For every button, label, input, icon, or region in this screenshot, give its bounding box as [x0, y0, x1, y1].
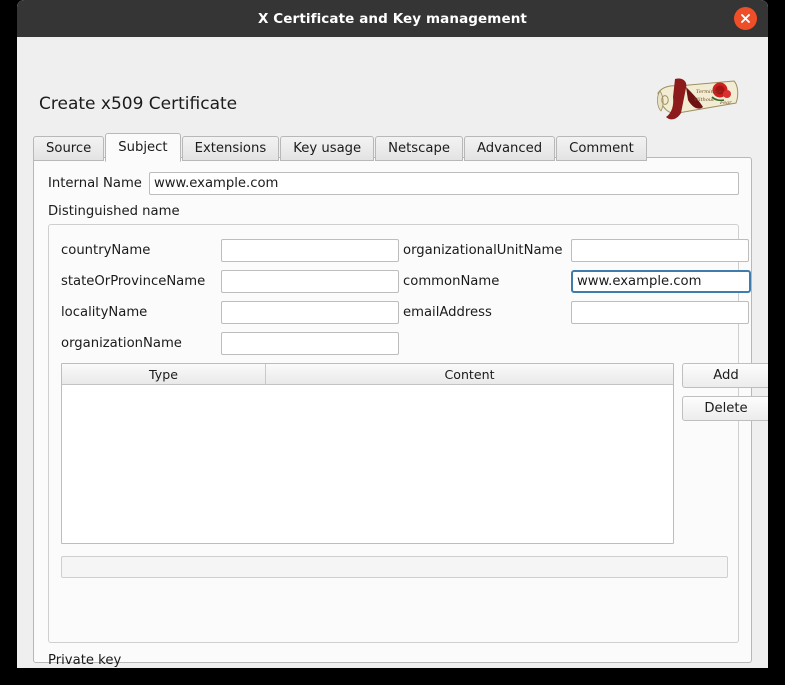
delete-button[interactable]: Delete [682, 396, 768, 421]
distinguished-name-label: Distinguished name [48, 204, 180, 219]
table-side-buttons: Add Delete [682, 363, 768, 421]
tab-advanced[interactable]: Advanced [463, 136, 556, 161]
extra-name-table: Type Content [61, 363, 674, 544]
tab-bar: Source Subject Extensions Key usage Nets… [33, 133, 647, 162]
svg-text:Fear: Fear [719, 100, 732, 106]
commonName-input[interactable] [571, 270, 751, 293]
close-icon[interactable] [734, 7, 757, 30]
svg-text:Without: Without [694, 97, 715, 103]
stateOrProvinceName-input[interactable] [221, 270, 399, 293]
organizationName-input[interactable] [221, 332, 399, 355]
table-header-row: Type Content [62, 364, 673, 385]
commonName-label: commonName [403, 274, 500, 289]
internal-name-row: Internal Name [48, 172, 739, 195]
internal-name-input[interactable] [148, 172, 739, 195]
tab-netscape[interactable]: Netscape [375, 136, 463, 161]
distinguished-name-grid: countryName organizationalUnitName state… [61, 235, 751, 359]
countryName-label: countryName [61, 243, 151, 258]
page-title: Create x509 Certificate [39, 94, 238, 114]
organizationalUnitName-input[interactable] [571, 239, 749, 262]
organizationalUnitName-label: organizationalUnitName [403, 243, 563, 258]
dialog-window: X Certificate and Key management Create … [17, 0, 768, 668]
internal-name-label: Internal Name [48, 176, 142, 191]
localityName-input[interactable] [221, 301, 399, 324]
tab-key-usage[interactable]: Key usage [280, 136, 375, 161]
stateOrProvinceName-label: stateOrProvinceName [61, 274, 206, 289]
titlebar: X Certificate and Key management [17, 0, 768, 37]
tab-source[interactable]: Source [33, 136, 105, 161]
tab-subject[interactable]: Subject [105, 133, 181, 162]
status-field [61, 556, 728, 578]
distinguished-name-group: countryName organizationalUnitName state… [48, 224, 768, 643]
emailAddress-label: emailAddress [403, 305, 492, 320]
tab-panel-subject: Internal Name Distinguished name country… [33, 157, 768, 668]
private-key-label: Private key [48, 653, 122, 668]
window-title: X Certificate and Key management [257, 10, 527, 27]
tab-comment[interactable]: Comment [556, 136, 647, 161]
column-header-type[interactable]: Type [62, 364, 266, 384]
tab-extensions[interactable]: Extensions [181, 136, 280, 161]
svg-text:Terminate: Terminate [696, 89, 722, 95]
xca-certificate-scroll-logo: Terminate Without Fear [648, 73, 746, 126]
emailAddress-input[interactable] [571, 301, 749, 324]
dialog-body: Create x509 Certificate Terminate Withou… [17, 37, 768, 668]
table-body[interactable] [62, 385, 673, 543]
countryName-input[interactable] [221, 239, 399, 262]
column-header-content[interactable]: Content [266, 364, 673, 384]
localityName-label: localityName [61, 305, 148, 320]
organizationName-label: organizationName [61, 336, 182, 351]
add-button[interactable]: Add [682, 363, 768, 388]
